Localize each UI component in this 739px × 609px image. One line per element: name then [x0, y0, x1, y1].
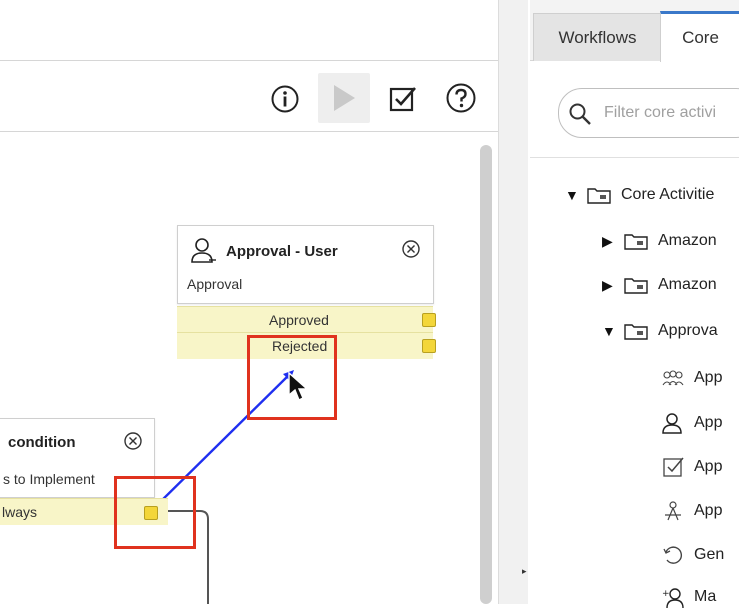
activity-label: App [694, 414, 723, 431]
activity-subtitle: s to Implement [3, 471, 95, 487]
tree-node-label: Core Activitie [621, 186, 715, 203]
exit-label: Approved [269, 312, 329, 328]
user-approval-icon [191, 238, 216, 263]
tree-node-amazon-1[interactable]: ▶ Amazon [602, 229, 717, 253]
activity-item[interactable]: App [662, 455, 722, 479]
folder-icon [624, 324, 648, 340]
approval-checkbox-icon [663, 457, 684, 477]
exit-approved[interactable]: Approved [177, 306, 436, 333]
activity-label: Ma [694, 588, 717, 605]
group-approval-icon [662, 370, 684, 386]
folder-icon [587, 188, 611, 204]
svg-text:+: + [662, 589, 670, 599]
activity-subtitle: Approval [187, 276, 243, 292]
exit-port[interactable] [422, 339, 436, 353]
activity-label: App [694, 458, 723, 475]
manual-approval-icon: + [662, 588, 684, 608]
folder-icon [624, 234, 648, 250]
close-icon[interactable] [123, 431, 143, 451]
tree-node-approvals[interactable]: ▼ Approva [602, 319, 718, 343]
tree-node-amazon-2[interactable]: ▶ Amazon [602, 273, 717, 297]
activity-item[interactable]: + Ma [662, 585, 716, 609]
exit-label: lways [2, 504, 38, 520]
exit-port[interactable] [422, 313, 436, 327]
tab-core[interactable]: Core [660, 11, 739, 62]
activity-label: App [694, 369, 723, 386]
activity-title: condition [8, 434, 76, 451]
activity-label: Gen [694, 546, 725, 563]
tree-node-label: Amazon [658, 276, 717, 293]
caret-down-icon[interactable]: ▼ [602, 323, 616, 339]
tree-node-core-activities[interactable]: ▼ Core Activitie [565, 183, 714, 207]
tree-node-label: Approva [658, 322, 718, 339]
close-icon[interactable] [401, 239, 421, 259]
approval-user-activity[interactable]: Approval - User Approval [177, 225, 434, 304]
divider [530, 157, 739, 158]
activity-item[interactable]: Gen [662, 543, 724, 567]
caret-down-icon[interactable]: ▼ [565, 187, 579, 203]
tree-node-label: Amazon [658, 232, 717, 249]
search-icon [569, 103, 591, 125]
collapse-panel-icon[interactable]: ▸ [522, 566, 527, 577]
folder-icon [624, 278, 648, 294]
tab-workflows[interactable]: Workflows [533, 13, 662, 61]
activity-item[interactable]: App [662, 499, 722, 523]
activity-item[interactable]: App [662, 366, 722, 390]
approval-action-icon [665, 501, 681, 521]
search-placeholder: Filter core activi [604, 104, 717, 121]
caret-right-icon[interactable]: ▶ [602, 233, 616, 250]
activity-item[interactable]: App [662, 411, 722, 435]
caret-right-icon[interactable]: ▶ [602, 277, 616, 294]
activity-title: Approval - User [226, 243, 338, 260]
highlight-box-source [114, 476, 196, 549]
panel-splitter[interactable] [498, 0, 530, 604]
user-approval-icon [662, 413, 682, 434]
generate-icon [663, 546, 682, 564]
mouse-pointer-icon [288, 372, 309, 401]
activity-label: App [694, 502, 723, 519]
